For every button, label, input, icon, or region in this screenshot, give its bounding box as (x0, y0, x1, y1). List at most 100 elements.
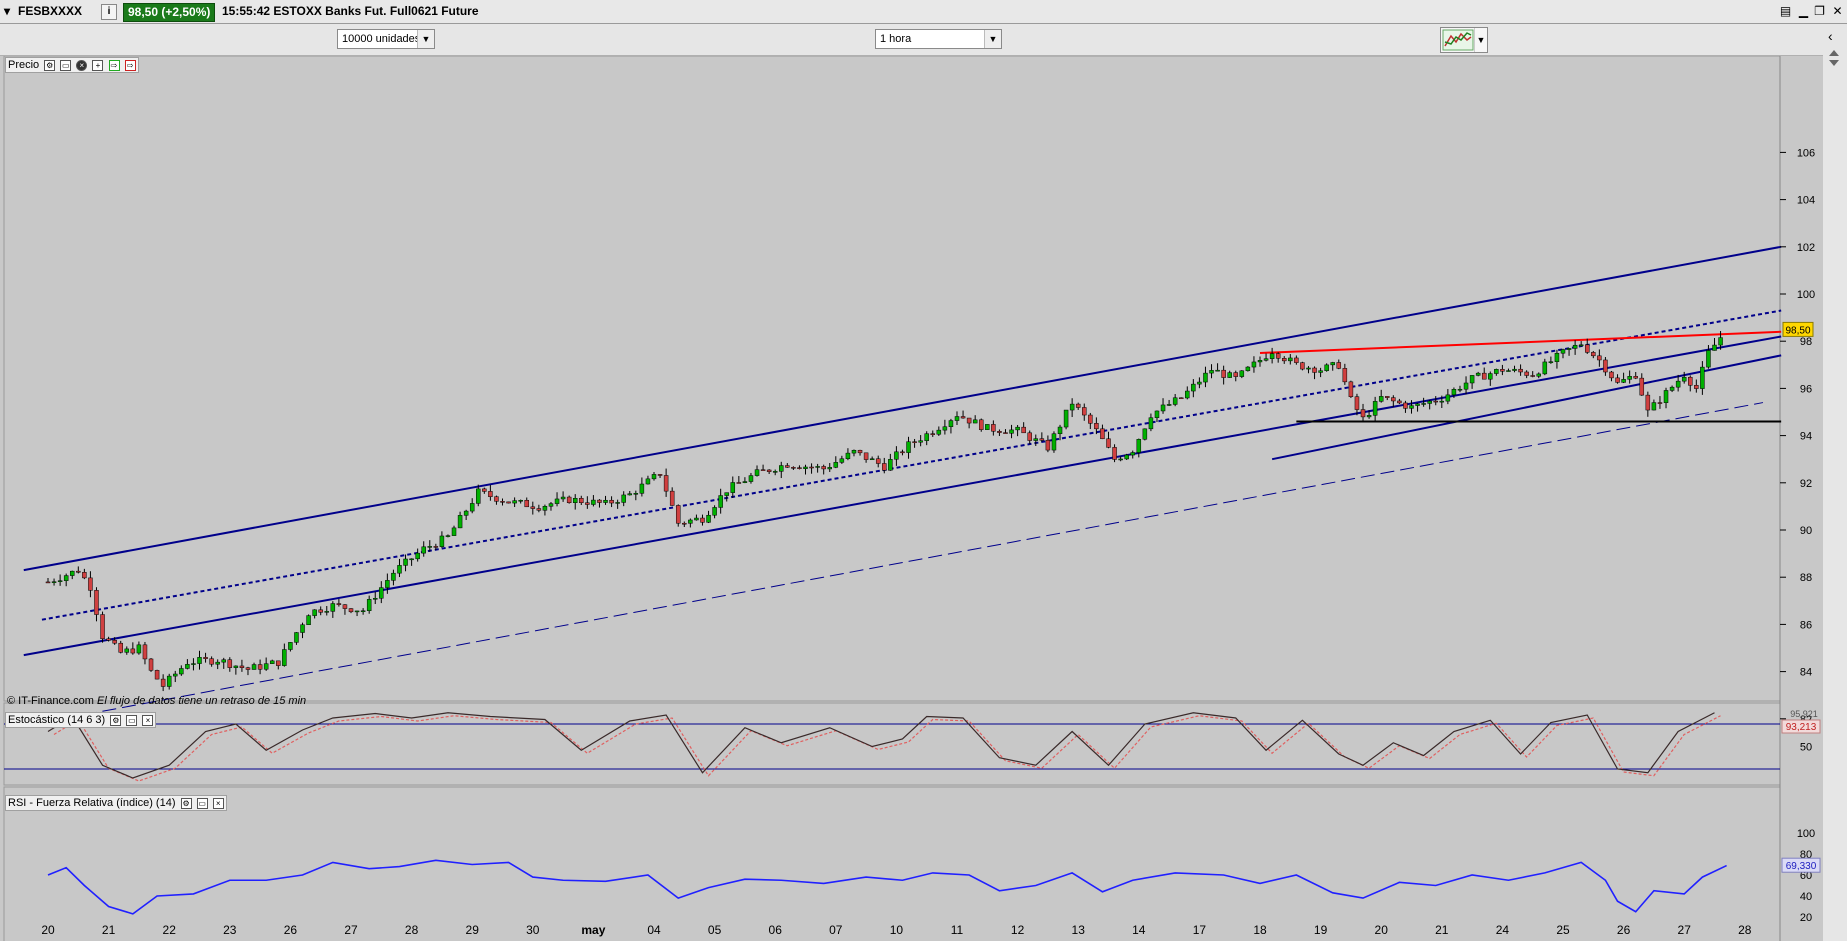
chart-area[interactable]: 82848688909294969810010210410698,505095,… (0, 56, 1823, 941)
add-indicator-icon[interactable]: + (92, 59, 104, 71)
candle-body (1275, 353, 1281, 359)
candle-body (1542, 361, 1548, 375)
candle-body (1372, 401, 1378, 416)
candle-body (1306, 367, 1311, 370)
candle-body (1603, 359, 1608, 373)
candle-body (1185, 390, 1190, 399)
price-tick-label: 90 (1800, 525, 1812, 537)
candle-body (1075, 403, 1081, 408)
candle-body (1100, 428, 1105, 440)
candle-body (94, 590, 99, 615)
candle-body (1500, 369, 1505, 372)
candle-body (1657, 402, 1663, 404)
x-tick-label: 10 (890, 923, 904, 937)
candle-body (1457, 388, 1463, 391)
x-tick-label: 29 (466, 923, 480, 937)
candle-body (1227, 372, 1232, 378)
candle-body (1397, 400, 1402, 404)
candle-body (554, 498, 560, 504)
candle-body (730, 482, 736, 493)
chevron-down-icon[interactable]: ▼ (417, 30, 434, 48)
close-circle-icon[interactable]: × (76, 59, 88, 71)
candle-body (924, 433, 929, 441)
candle-body (318, 609, 323, 613)
x-tick-label: 23 (223, 923, 237, 937)
green-export-icon[interactable]: ⇨ (108, 59, 120, 71)
chart-type-button[interactable]: ▼ (1440, 27, 1488, 53)
candle-body (330, 603, 336, 612)
price-tick-label: 88 (1800, 572, 1812, 584)
window-icon[interactable]: ▭ (126, 714, 138, 726)
red-export-icon[interactable]: ⇨ (124, 59, 136, 71)
candle-body (112, 640, 117, 644)
scroll-handle-icon[interactable] (1827, 48, 1841, 68)
window-title: 15:55:42 ESTOXX Banks Fut. Full0621 Futu… (222, 4, 479, 18)
rsi-panel-header: RSI - Fuerza Relativa (índice) (14) ⚙ ▭ … (5, 795, 227, 811)
candle-body (1706, 350, 1711, 368)
chevron-down-icon[interactable]: ▼ (1474, 28, 1487, 52)
window-icon[interactable]: ▭ (196, 797, 208, 809)
window-icon[interactable]: ▭ (60, 59, 72, 71)
candle-body (251, 664, 257, 670)
candle-body (342, 604, 348, 609)
candle-body (1112, 447, 1117, 460)
interval-select[interactable]: 1 hora ▼ (875, 29, 1002, 49)
candle-body (1512, 368, 1517, 371)
wrench-icon[interactable]: ⚙ (110, 714, 122, 726)
candle-body (833, 462, 839, 468)
candle-body (736, 482, 742, 484)
units-select[interactable]: 10000 unidades ▼ (337, 29, 435, 49)
candle-body (1118, 458, 1123, 461)
wrench-icon[interactable]: ⚙ (44, 59, 56, 71)
menu-chevron-icon[interactable]: ▾ (4, 4, 10, 18)
candle-body (1057, 426, 1063, 434)
candle-body (300, 624, 305, 633)
candle-body (512, 500, 517, 504)
candle-body (185, 664, 190, 669)
candle-body (154, 670, 160, 680)
candle-body (1536, 373, 1542, 377)
close-icon[interactable]: × (212, 797, 224, 809)
candle-body (1421, 403, 1426, 405)
candle-body (136, 644, 142, 654)
menu-icon[interactable]: ▤ (1778, 4, 1793, 19)
restore-icon[interactable]: ❐ (1812, 4, 1827, 19)
x-tick-label: 05 (708, 923, 722, 937)
candle-body (882, 463, 887, 471)
candle-body (1584, 344, 1590, 353)
x-tick-label: 19 (1314, 923, 1328, 937)
candle-body (1403, 402, 1408, 409)
candle-body (1481, 372, 1487, 380)
candle-body (694, 517, 699, 521)
candle-body (1524, 371, 1529, 376)
candle-body (585, 502, 590, 505)
candle-body (615, 502, 620, 504)
candle-body (433, 546, 439, 548)
candle-body (791, 467, 796, 469)
rsi-panel-label: RSI - Fuerza Relativa (índice) (14) (8, 797, 176, 809)
close-icon[interactable]: ✕ (1830, 4, 1845, 19)
symbol-code: FESBXXXX (18, 4, 83, 18)
title-bar: ▾ FESBXXXX i 98,50 (+2,50%) 15:55:42 EST… (0, 0, 1847, 24)
stochastic-panel-header: Estocástico (14 6 3) ⚙ ▭ × (5, 712, 157, 728)
candle-body (203, 657, 208, 659)
candle-body (294, 632, 299, 643)
x-tick-label: 18 (1253, 923, 1267, 937)
candle-body (1639, 377, 1645, 396)
candle-body (1142, 428, 1148, 440)
candle-body (997, 430, 1002, 433)
info-icon[interactable]: i (101, 4, 117, 20)
candle-body (900, 451, 905, 454)
candle-body (1560, 349, 1566, 354)
minimize-icon[interactable]: ▁ (1796, 4, 1811, 19)
candle-body (591, 499, 596, 505)
candle-body (1257, 360, 1263, 363)
chevron-down-icon[interactable]: ▼ (984, 30, 1001, 48)
collapse-chevron-icon[interactable]: ‹ (1828, 28, 1833, 44)
wrench-icon[interactable]: ⚙ (180, 797, 192, 809)
candle-body (1578, 344, 1584, 347)
close-icon[interactable]: × (142, 714, 154, 726)
candle-body (912, 441, 917, 443)
candle-body (597, 499, 602, 503)
candle-body (688, 519, 693, 524)
